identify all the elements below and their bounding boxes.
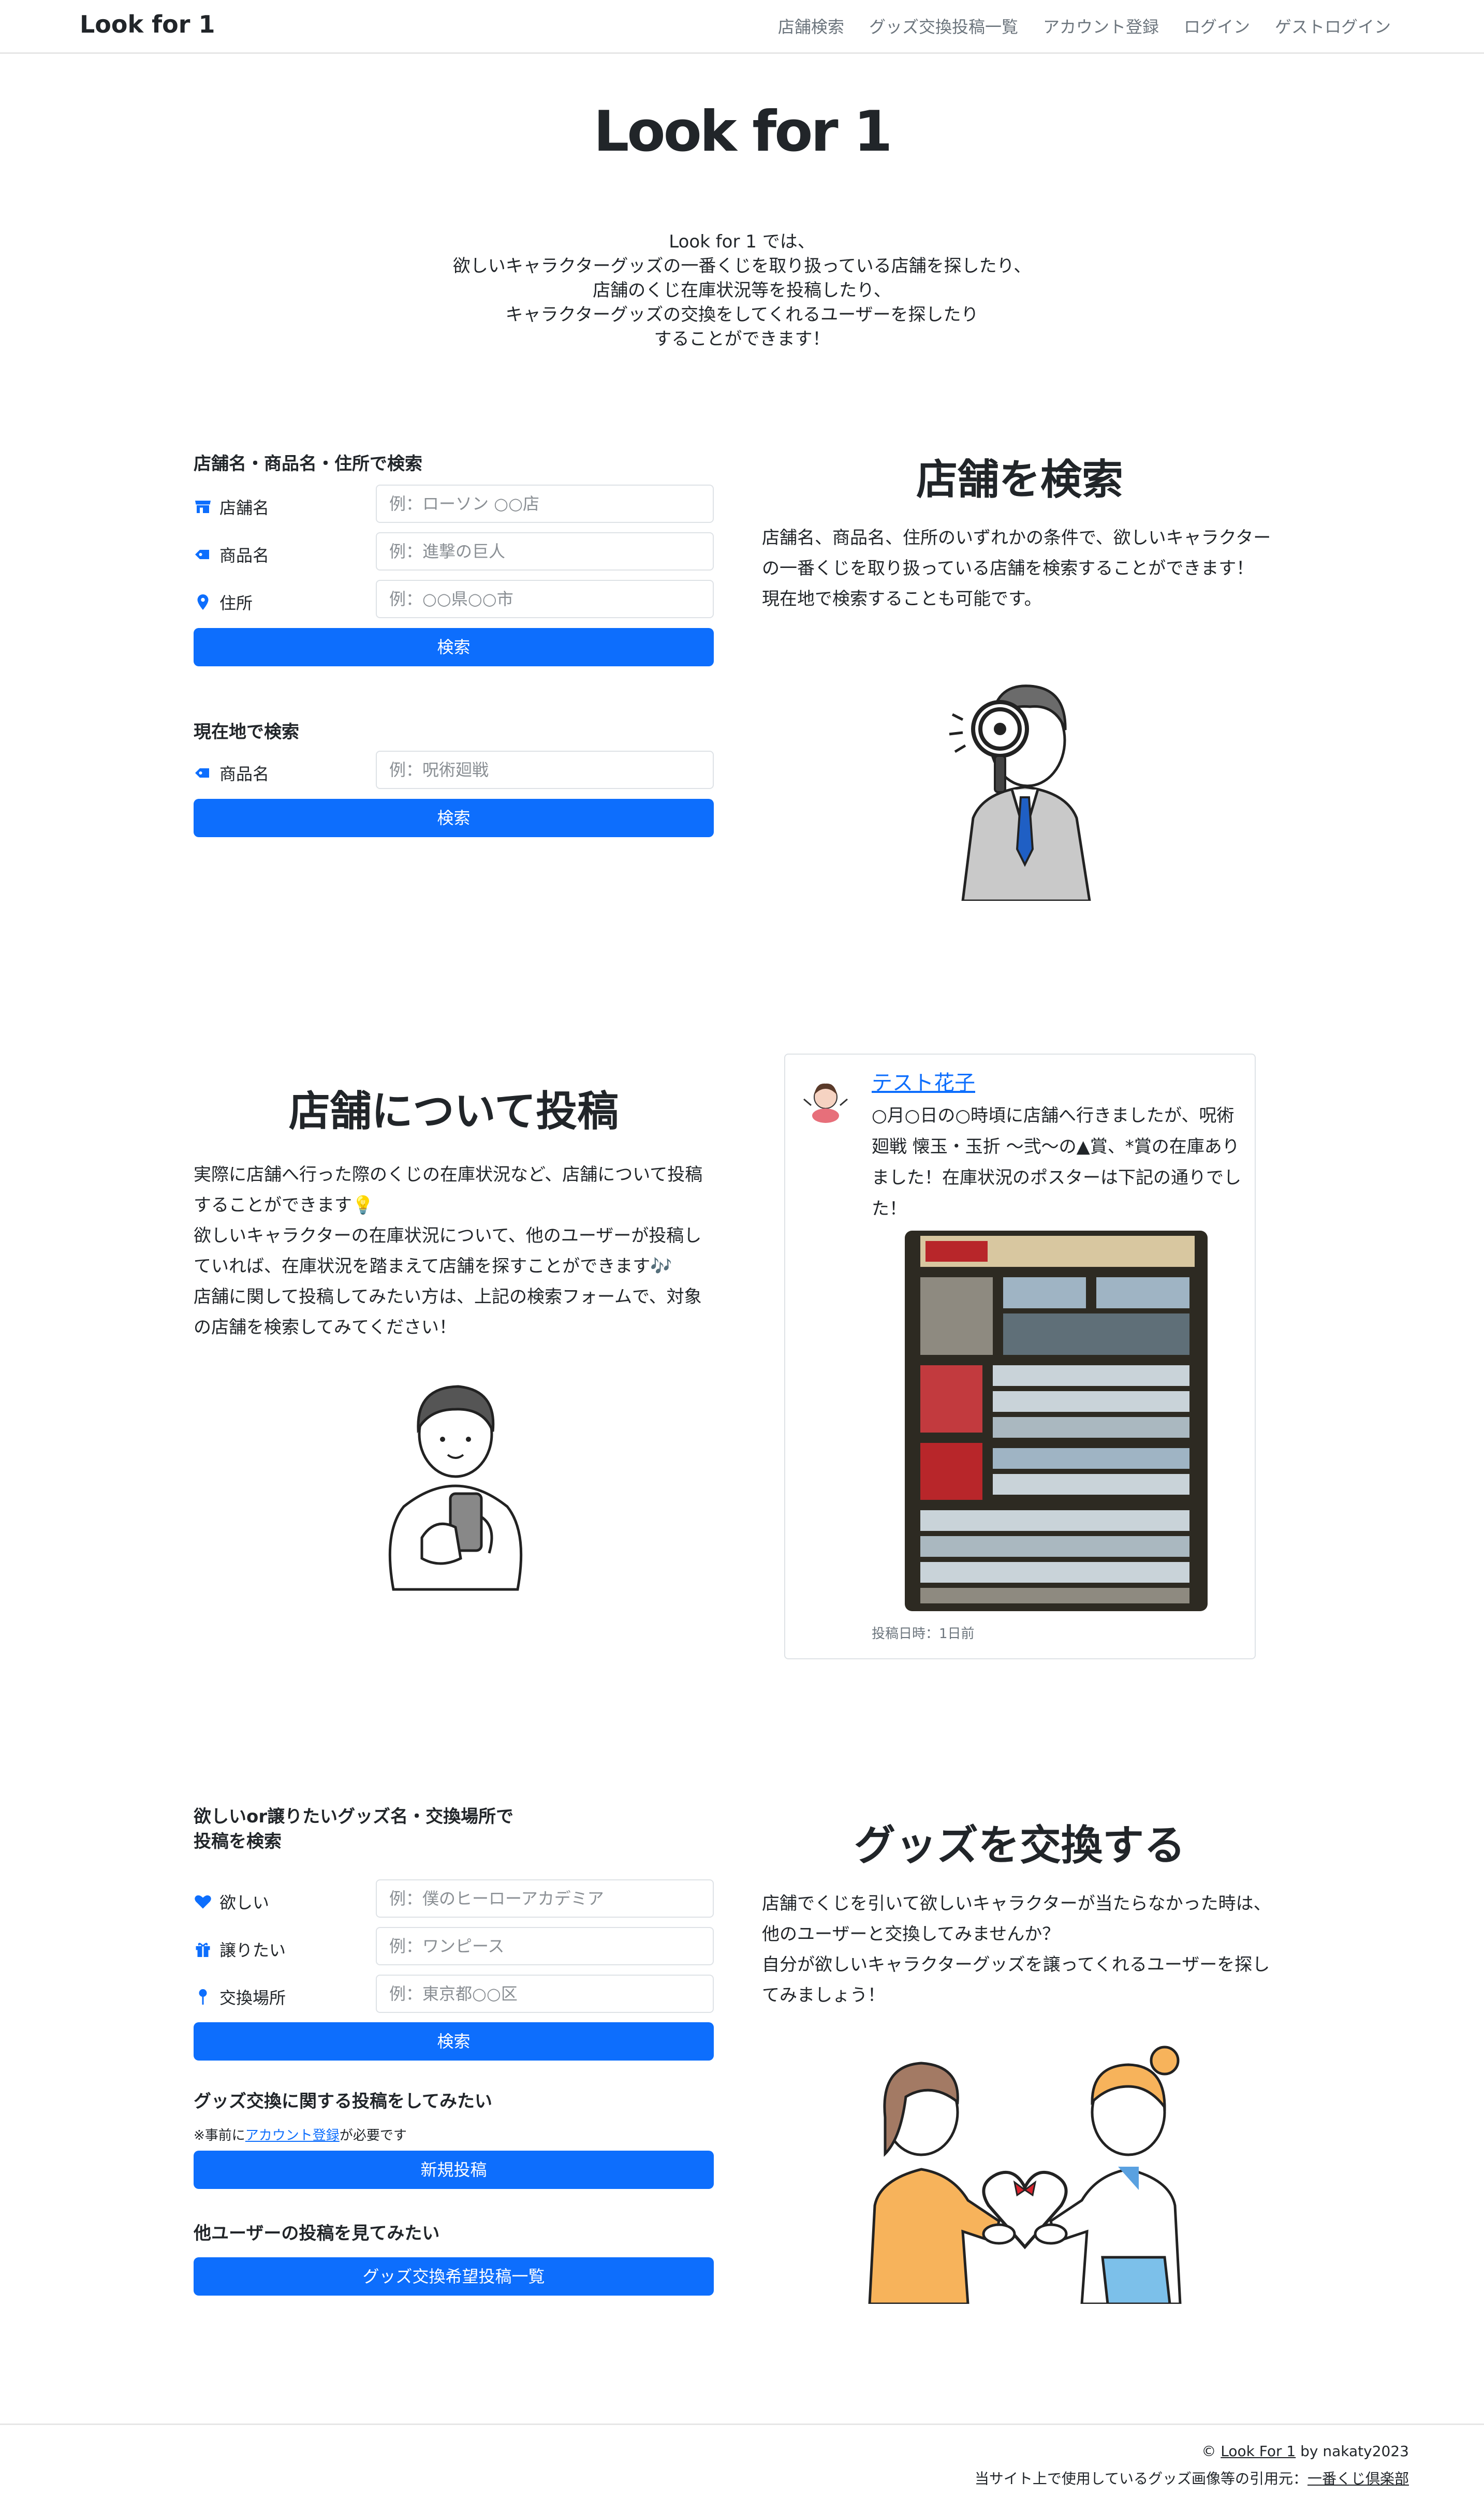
exchange-section-title: グッズを交換する: [854, 1821, 1185, 1870]
address-label-text: 住所: [219, 593, 253, 613]
nav-link-exchange-posts[interactable]: グッズ交換投稿一覧: [869, 14, 1018, 38]
product-name-label-text: 商品名: [219, 546, 270, 565]
person-with-phone-illustration: [388, 1385, 523, 1591]
location-search-button[interactable]: 検索: [194, 799, 714, 837]
post-section-title: 店舗について投稿: [288, 1087, 619, 1135]
hero-line: 欲しいキャラクターグッズの一番くじを取り扱っている店舗を探したり、: [452, 256, 1032, 276]
location-product-label-text: 商品名: [219, 764, 270, 784]
want-input[interactable]: [376, 1879, 714, 1918]
place-label: 交換場所: [194, 1985, 286, 2009]
place-row: 交換場所: [194, 1975, 714, 2014]
nav-link-login[interactable]: ログイン: [1184, 14, 1250, 38]
shop-name-label-text: 店舗名: [219, 498, 270, 518]
sample-post-card: テスト花子 ○月○日の○時頃に店舗へ行きましたが、呪術廻戦 懐玉・玉折 〜弐〜の…: [784, 1054, 1256, 1659]
page-title: Look for 1: [593, 99, 893, 164]
store-icon: [195, 501, 211, 513]
hero-line: することができます！: [654, 329, 830, 349]
goods-exchange-illustration: [868, 2046, 1182, 2304]
exchange-section-text: 店舗でくじを引いて欲しいキャラクターが当たらなかった時は、他のユーザーと交換して…: [762, 1893, 1271, 2006]
footer-copyright: © Look For 1 by nakaty2023: [1201, 2443, 1409, 2460]
post-date: 投稿日時：1日前: [872, 1626, 975, 1642]
exchange-posts-list-button[interactable]: グッズ交換希望投稿一覧: [194, 2257, 714, 2296]
post-username-link[interactable]: テスト花子: [872, 1066, 975, 1096]
view-posts-heading: 他ユーザーの投稿を見てみたい: [194, 2223, 440, 2244]
footer: © Look For 1 by nakaty2023 当サイト上で使用しているグ…: [0, 2423, 1484, 2497]
address-row: 住所: [194, 580, 714, 619]
signup-link[interactable]: アカウント登録: [245, 2128, 340, 2143]
hero-line: Look for 1 では、: [669, 231, 815, 252]
give-label: 譲りたい: [194, 1937, 286, 1961]
nav-link-signup[interactable]: アカウント登録: [1043, 14, 1159, 38]
source-link[interactable]: 一番くじ倶楽部: [1307, 2470, 1409, 2487]
gift-icon: [196, 1943, 210, 1957]
location-product-row: 商品名: [194, 751, 714, 790]
user-avatar: [803, 1083, 848, 1123]
shop-search-heading: 店舗名・商品名・住所で検索: [194, 454, 422, 474]
product-name-input[interactable]: [376, 532, 714, 571]
nav-links: 店舗検索 グッズ交換投稿一覧 アカウント登録 ログイン ゲストログイン: [778, 14, 1391, 38]
give-row: 譲りたい: [194, 1927, 714, 1966]
source-prefix: 当サイト上で使用しているグッズ画像等の引用元：: [974, 2470, 1307, 2487]
footer-source: 当サイト上で使用しているグッズ画像等の引用元：一番くじ倶楽部: [975, 2467, 1409, 2488]
post-section-text: 実際に店舗へ行った際のくじの在庫状況など、店舗について投稿することができます💡 …: [194, 1164, 703, 1338]
heart-icon: [195, 1895, 211, 1909]
want-row: 欲しい: [194, 1879, 714, 1919]
brand-logo[interactable]: Look for 1: [80, 10, 215, 38]
shop-search-section-title: 店舗を検索: [916, 456, 1123, 504]
stock-poster-photo: [905, 1231, 1208, 1611]
shop-name-input[interactable]: [376, 485, 714, 523]
product-name-label: 商品名: [194, 543, 269, 566]
nav-link-shop-search[interactable]: 店舗検索: [778, 14, 844, 38]
tag-icon: [195, 550, 209, 559]
shop-search-section-text: 店舗名、商品名、住所のいずれかの条件で、欲しいキャラクターの一番くじを取り扱って…: [762, 528, 1271, 609]
place-input[interactable]: [376, 1975, 714, 2013]
location-search-heading: 現在地で検索: [194, 722, 299, 742]
new-post-button[interactable]: 新規投稿: [194, 2151, 714, 2189]
location-product-input[interactable]: [376, 751, 714, 789]
give-input[interactable]: [376, 1927, 714, 1965]
want-label-text: 欲しい: [219, 1893, 270, 1912]
map-pin-icon: [197, 594, 209, 610]
hero-line: 店舗のくじ在庫状況等を投稿したり、: [593, 280, 891, 301]
signup-note-suffix: が必要です: [339, 2128, 407, 2143]
navbar: Look for 1 店舗検索 グッズ交換投稿一覧 アカウント登録 ログイン ゲ…: [0, 0, 1484, 54]
address-input[interactable]: [376, 580, 714, 618]
footer-home-link[interactable]: Look For 1: [1221, 2443, 1296, 2460]
signup-note-prefix: ※事前に: [194, 2128, 245, 2143]
goods-search-heading: 欲しいor譲りたいグッズ名・交換場所で 投稿を検索: [194, 1806, 514, 1852]
shop-name-label: 店舗名: [194, 495, 269, 519]
place-label-text: 交換場所: [219, 1988, 286, 2008]
want-label: 欲しい: [194, 1890, 269, 1914]
man-with-magnifier-illustration: [949, 684, 1091, 901]
shop-search-button[interactable]: 検索: [194, 628, 714, 666]
hero-description: Look for 1 では、 欲しいキャラクターグッズの一番くじを取り扱っている…: [0, 230, 1484, 352]
signup-note: ※事前にアカウント登録が必要です: [194, 2125, 407, 2144]
pin-icon: [199, 1989, 207, 2005]
shop-name-row: 店舗名: [194, 485, 714, 524]
copyright-suffix: by nakaty2023: [1296, 2443, 1409, 2460]
tag-icon: [195, 768, 209, 778]
post-body-text: ○月○日の○時頃に店舗へ行きましたが、呪術廻戦 懐玉・玉折 〜弐〜の▲賞、*賞の…: [872, 1105, 1241, 1219]
address-label: 住所: [194, 590, 253, 614]
product-name-row: 商品名: [194, 532, 714, 572]
goods-search-button[interactable]: 検索: [194, 2022, 714, 2061]
location-product-label: 商品名: [194, 761, 269, 785]
new-post-heading: グッズ交換に関する投稿をしてみたい: [194, 2091, 492, 2112]
copyright-prefix: ©: [1201, 2443, 1221, 2460]
nav-link-guest-login[interactable]: ゲストログイン: [1275, 14, 1391, 38]
hero-line: キャラクターグッズの交換をしてくれるユーザーを探したり: [505, 304, 979, 325]
give-label-text: 譲りたい: [219, 1940, 286, 1960]
